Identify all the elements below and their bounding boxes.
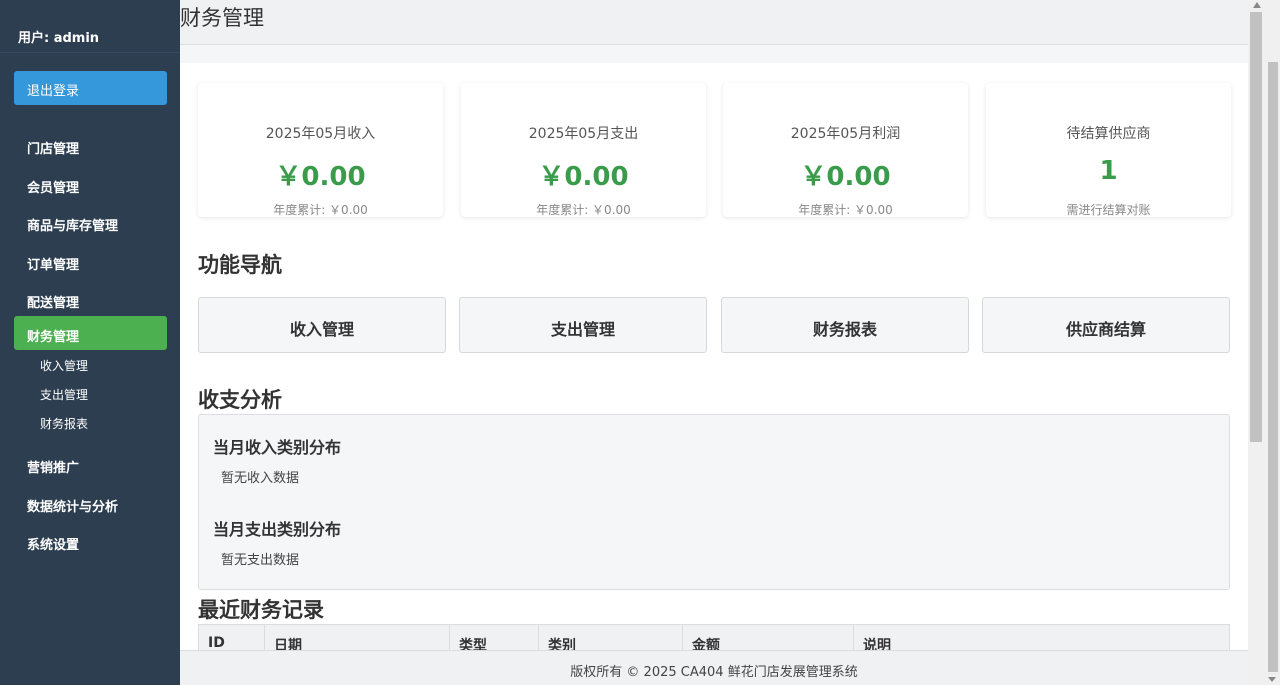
records-table: ID 日期 类型 类别 金额 说明 — [198, 624, 1230, 650]
income-management-button[interactable]: 收入管理 — [198, 297, 446, 353]
column-header-id[interactable]: ID — [198, 624, 265, 650]
sidebar-item-marketing[interactable]: 营销推广 — [14, 447, 167, 481]
header-bar: 财务管理 — [180, 0, 1248, 45]
sidebar: 用户: admin 退出登录 门店管理 会员管理 商品与库存管理 订单管理 配送… — [0, 0, 180, 685]
stat-value: ￥0.00 — [800, 162, 891, 192]
stat-subtext: 年度累计: ￥0.00 — [536, 203, 631, 217]
expense-management-button[interactable]: 支出管理 — [459, 297, 707, 353]
table-header-row: ID 日期 类型 类别 金额 说明 — [198, 624, 1230, 650]
income-distribution-title: 当月收入类别分布 — [213, 438, 342, 457]
footer: 版权所有 © 2025 CA404 鲜花门店发展管理系统 — [180, 650, 1248, 685]
stat-label: 待结算供应商 — [1066, 126, 1151, 142]
sidebar-item-order[interactable]: 订单管理 — [14, 244, 167, 278]
stat-value: ￥0.00 — [275, 162, 366, 192]
analysis-panel: 当月收入类别分布 暂无收入数据 当月支出类别分布 暂无支出数据 — [198, 414, 1230, 590]
window-scroll-thumb[interactable] — [1268, 62, 1278, 672]
stat-card-profit: 2025年05月利润 ￥0.00 年度累计: ￥0.00 — [723, 83, 968, 217]
stat-card-income: 2025年05月收入 ￥0.00 年度累计: ￥0.00 — [198, 83, 443, 217]
records-table-wrapper: ID 日期 类型 类别 金额 说明 — [198, 624, 1230, 650]
sidebar-item-delivery[interactable]: 配送管理 — [14, 282, 167, 316]
sidebar-item-store[interactable]: 门店管理 — [14, 128, 167, 162]
stat-label: 2025年05月收入 — [265, 126, 376, 142]
stat-card-expense: 2025年05月支出 ￥0.00 年度累计: ￥0.00 — [461, 83, 706, 217]
stat-card-pending-supplier: 待结算供应商 1 需进行结算对账 — [986, 83, 1231, 217]
sidebar-item-member[interactable]: 会员管理 — [14, 167, 167, 201]
supplier-settlement-button[interactable]: 供应商结算 — [982, 297, 1230, 353]
stat-subtext: 年度累计: ￥0.00 — [273, 203, 368, 217]
current-user: 用户: admin — [0, 0, 180, 53]
stat-value: 1 — [1099, 156, 1118, 186]
content-panel: 2025年05月收入 ￥0.00 年度累计: ￥0.00 2025年05月支出 … — [180, 63, 1248, 650]
column-header-description[interactable]: 说明 — [853, 624, 1230, 650]
stat-value: ￥0.00 — [538, 162, 629, 192]
expense-empty-message: 暂无支出数据 — [221, 553, 300, 568]
logout-button[interactable]: 退出登录 — [14, 71, 167, 105]
column-header-category[interactable]: 类别 — [538, 624, 683, 650]
scroll-up-arrow-icon[interactable] — [1253, 2, 1261, 8]
sidebar-item-statistics[interactable]: 数据统计与分析 — [14, 486, 167, 520]
inner-scroll-thumb[interactable] — [1250, 12, 1262, 442]
section-title-functions: 功能导航 — [198, 253, 282, 277]
stat-subtext: 需进行结算对账 — [1066, 203, 1151, 217]
sidebar-subitem-income[interactable]: 收入管理 — [40, 357, 88, 374]
scroll-down-arrow-icon[interactable] — [1268, 677, 1276, 682]
stat-label: 2025年05月利润 — [790, 126, 901, 142]
main-area: 财务管理 2025年05月收入 ￥0.00 年度累计: ￥0.00 2025年0… — [180, 0, 1248, 685]
section-title-records: 最近财务记录 — [198, 598, 324, 622]
sidebar-item-settings[interactable]: 系统设置 — [14, 524, 167, 558]
finance-report-button[interactable]: 财务报表 — [721, 297, 969, 353]
sidebar-item-finance[interactable]: 财务管理 — [14, 316, 167, 350]
sidebar-subitem-expense[interactable]: 支出管理 — [40, 386, 88, 403]
stat-subtext: 年度累计: ￥0.00 — [798, 203, 893, 217]
section-title-analysis: 收支分析 — [198, 388, 282, 412]
page-title: 财务管理 — [180, 6, 264, 30]
column-header-date[interactable]: 日期 — [264, 624, 450, 650]
stat-label: 2025年05月支出 — [528, 126, 639, 142]
expense-distribution-title: 当月支出类别分布 — [213, 520, 342, 539]
sidebar-item-product-inventory[interactable]: 商品与库存管理 — [14, 205, 167, 239]
column-header-type[interactable]: 类型 — [449, 624, 539, 650]
income-empty-message: 暂无收入数据 — [221, 471, 300, 486]
sidebar-subitem-report[interactable]: 财务报表 — [40, 415, 88, 432]
column-header-amount[interactable]: 金额 — [682, 624, 854, 650]
